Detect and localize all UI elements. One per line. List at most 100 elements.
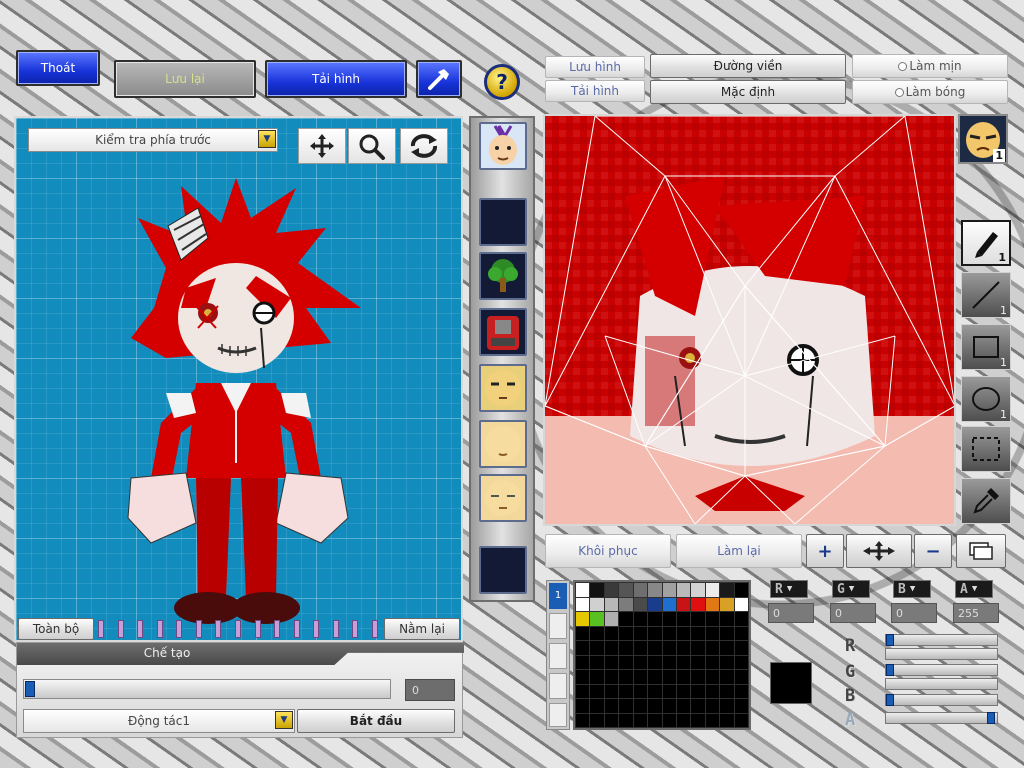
palette-swatch[interactable]: [589, 683, 605, 699]
palette-swatch[interactable]: [647, 669, 663, 685]
start-button[interactable]: Bắt đầu: [297, 709, 455, 733]
palette-swatch[interactable]: [647, 596, 663, 612]
exit-button[interactable]: Thoát: [16, 50, 100, 86]
palette-swatch[interactable]: [603, 596, 620, 612]
palette-swatch[interactable]: [719, 712, 735, 728]
tick[interactable]: [156, 620, 163, 638]
red-channel-label[interactable]: R: [770, 580, 808, 598]
red-slider-2[interactable]: [885, 648, 998, 660]
palette-swatch[interactable]: [704, 669, 721, 685]
part-empty-1[interactable]: [479, 198, 527, 246]
palette-swatch[interactable]: [733, 611, 750, 627]
palette-swatch[interactable]: [589, 669, 605, 685]
palette-swatch[interactable]: [733, 654, 750, 670]
palette-swatch[interactable]: [603, 712, 620, 728]
action-select[interactable]: Động tác1 ▼: [23, 709, 295, 733]
palette-swatch[interactable]: [589, 611, 605, 627]
red-slider[interactable]: [885, 634, 998, 646]
tick[interactable]: [98, 620, 104, 638]
tick[interactable]: [234, 620, 241, 638]
palette-swatch[interactable]: [690, 640, 706, 656]
tick[interactable]: [117, 620, 124, 638]
palette-swatch[interactable]: [661, 611, 677, 627]
palette-swatch[interactable]: [675, 654, 692, 670]
restore-button[interactable]: Khôi phục: [545, 534, 671, 568]
palette-swatch[interactable]: [618, 712, 634, 728]
palette-swatch[interactable]: [719, 596, 735, 612]
green-channel-label[interactable]: G: [832, 580, 870, 598]
palette-swatch[interactable]: [690, 625, 706, 641]
palette-swatch[interactable]: [675, 683, 692, 699]
rectangle-tool-button[interactable]: 1: [961, 324, 1011, 370]
palette-swatch[interactable]: [574, 596, 591, 612]
eyedropper-tool-button[interactable]: [961, 478, 1011, 524]
palette-swatch[interactable]: [574, 698, 591, 714]
frame-slider[interactable]: [23, 679, 391, 699]
palette-swatch[interactable]: [733, 596, 750, 612]
palette-swatch[interactable]: [632, 582, 649, 598]
palette-swatch[interactable]: [675, 625, 692, 641]
palette-swatch[interactable]: [704, 596, 721, 612]
palette-swatch[interactable]: [647, 625, 663, 641]
palette-swatch[interactable]: [574, 640, 591, 656]
palette-tab[interactable]: [549, 613, 567, 639]
shine-option[interactable]: Làm bóng: [852, 80, 1008, 104]
palette-swatch[interactable]: [733, 669, 750, 685]
full-body-button[interactable]: Toàn bộ: [18, 618, 94, 640]
palette-swatch[interactable]: [661, 625, 677, 641]
palette-swatch[interactable]: [574, 625, 591, 641]
palette-swatch[interactable]: [675, 596, 692, 612]
tick[interactable]: [137, 620, 144, 638]
palette-swatch[interactable]: [574, 669, 591, 685]
palette-swatch[interactable]: [632, 698, 649, 714]
palette-swatch[interactable]: [589, 582, 605, 598]
palette-swatch[interactable]: [632, 625, 649, 641]
frame-slider-thumb[interactable]: [25, 681, 35, 697]
outline-button[interactable]: Đường viền: [650, 54, 846, 78]
alpha-value-field[interactable]: 255: [953, 603, 999, 623]
palette-swatch[interactable]: [618, 582, 634, 598]
tick[interactable]: [313, 620, 320, 638]
palette-swatch[interactable]: [632, 596, 649, 612]
palette-swatch[interactable]: [661, 582, 677, 598]
palette-swatch[interactable]: [574, 712, 591, 728]
palette-swatch[interactable]: [704, 611, 721, 627]
tick[interactable]: [371, 620, 378, 638]
palette-swatch[interactable]: [632, 640, 649, 656]
save-image-button[interactable]: Lưu hình: [545, 56, 645, 78]
palette-swatch[interactable]: [690, 654, 706, 670]
palette-swatch[interactable]: [661, 596, 677, 612]
redo-button[interactable]: Làm lại: [676, 534, 802, 568]
part-tree[interactable]: [479, 252, 527, 300]
part-armor[interactable]: [479, 308, 527, 356]
palette-swatch[interactable]: [719, 698, 735, 714]
chevron-down-icon[interactable]: ▼: [275, 711, 293, 729]
palette-swatch[interactable]: [589, 712, 605, 728]
blue-slider-thumb[interactable]: [886, 694, 894, 706]
reload-button[interactable]: Tải hình: [265, 60, 407, 98]
palette-swatch[interactable]: [618, 654, 634, 670]
palette-swatch[interactable]: [704, 698, 721, 714]
alpha-slider[interactable]: [885, 712, 998, 724]
part-hair[interactable]: [479, 122, 527, 170]
select-tool-button[interactable]: [961, 426, 1011, 472]
part-face-3[interactable]: [479, 474, 527, 522]
palette-swatch[interactable]: [675, 669, 692, 685]
palette-swatch[interactable]: [618, 683, 634, 699]
tick[interactable]: [254, 620, 261, 638]
palette-swatch[interactable]: [618, 611, 634, 627]
chevron-down-icon[interactable]: ▼: [258, 130, 276, 148]
palette-swatch[interactable]: [632, 669, 649, 685]
palette-swatch[interactable]: [733, 698, 750, 714]
palette-swatch[interactable]: [589, 596, 605, 612]
palette-swatch[interactable]: [661, 654, 677, 670]
pen-tool-button[interactable]: 1: [961, 220, 1011, 266]
alpha-channel-label[interactable]: A: [955, 580, 993, 598]
palette-swatch[interactable]: [733, 640, 750, 656]
view-select[interactable]: Kiểm tra phía trước ▼: [28, 128, 278, 152]
palette-swatch[interactable]: [690, 582, 706, 598]
palette-swatch[interactable]: [632, 654, 649, 670]
palette-swatch[interactable]: [574, 654, 591, 670]
palette-swatch[interactable]: [733, 683, 750, 699]
smooth-option[interactable]: Làm mịn: [852, 54, 1008, 78]
